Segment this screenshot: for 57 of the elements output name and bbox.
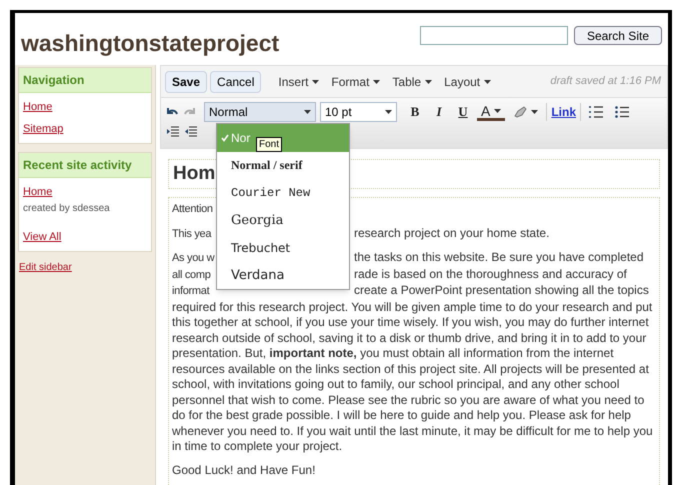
link-button[interactable]: Link xyxy=(546,103,582,121)
numbered-list-icon[interactable] xyxy=(589,106,604,118)
font-option[interactable]: Normal / serif xyxy=(217,152,349,179)
text-fragment: As you w xyxy=(172,252,214,264)
menu-button[interactable]: Table xyxy=(392,72,432,90)
caret-icon xyxy=(304,110,311,114)
font-option[interactable]: Verdana xyxy=(217,262,349,289)
text-fragment: This yea xyxy=(172,228,212,240)
sidebar-link[interactable]: Sitemap xyxy=(23,120,64,137)
menu-button[interactable]: Insert xyxy=(278,72,320,90)
outdent-icon[interactable] xyxy=(185,126,197,137)
save-button[interactable]: Save xyxy=(165,70,208,92)
menu-button[interactable]: Layout xyxy=(444,72,492,90)
search-field[interactable] xyxy=(420,26,568,44)
text-fragment: the tasks on this website. Be sure you have completed xyxy=(354,250,644,266)
check-icon xyxy=(221,134,229,142)
text-fragment: rade is based on the thoroughness and accuracy of xyxy=(354,266,627,282)
sidebar-link[interactable]: Home xyxy=(23,99,52,116)
italic-button[interactable]: I xyxy=(429,102,449,122)
panel-heading: Recent site activity xyxy=(19,153,151,178)
style-dropdown[interactable]: Normal xyxy=(204,102,316,122)
menu-button[interactable]: Format xyxy=(331,72,380,90)
activity-note: created by sdessea xyxy=(23,202,111,216)
caret-icon xyxy=(373,80,380,84)
caret-icon xyxy=(484,80,492,84)
bullet-list-icon[interactable] xyxy=(615,106,630,118)
text-fragment: Attention xyxy=(172,203,213,215)
font-option[interactable]: Courier New xyxy=(217,179,349,206)
caret-icon xyxy=(312,80,320,84)
body-paragraph: required for this research project. You will be given ample time to do your research and put this together at school, if you use your time wisely. If you wish, you may do further internet research outside of school, saving it to a disk or thumb drive, and bring it in to add to your presentation. But, important note, you must obtain all information from the internet resources available on the links section of this project site. All projects will be presented at school, with invitations going out to family, our school principal, and any other school personnel that wish to come. Please see the rubric so you are aware of what you need to do for the best grade possible. I will be here to guide and help you. Please ask for help whenever you need to. If you wait until the last minute, it may be difficult for me to help you in time to complete your project. xyxy=(172,300,654,454)
font-size-dropdown[interactable]: 10 pt xyxy=(320,102,397,122)
caret-icon xyxy=(425,80,432,84)
text-fragment: create a PowerPoint presentation showing all the topics xyxy=(354,283,649,299)
caret-icon xyxy=(531,110,538,114)
sidebar-link[interactable]: View All xyxy=(23,228,62,245)
cancel-button[interactable]: Cancel xyxy=(210,70,262,92)
sidebar-link[interactable]: Home xyxy=(23,184,52,200)
text-color-button[interactable]: A xyxy=(477,104,506,120)
site-title: washingtonstateproject xyxy=(21,28,280,58)
caret-icon xyxy=(385,110,392,114)
font-option[interactable]: Georgia xyxy=(217,206,349,234)
panel-heading: Navigation xyxy=(19,68,151,93)
edit-sidebar-link[interactable]: Edit sidebar xyxy=(18,260,73,275)
page-title: Hom xyxy=(173,162,216,186)
highlighter-icon xyxy=(513,106,528,118)
indent-icon[interactable] xyxy=(167,126,179,137)
bold-button[interactable]: B xyxy=(405,102,425,122)
text-fragment: research project on your home state. xyxy=(354,226,550,242)
tooltip: Font xyxy=(256,137,282,152)
font-option[interactable]: Trebuchet xyxy=(217,234,349,262)
search-button[interactable]: Search Site xyxy=(574,26,662,44)
text-fragment: all comp xyxy=(172,268,211,280)
draft-status: draft saved at 1:16 PM xyxy=(550,74,662,90)
underline-button[interactable]: U xyxy=(453,102,473,122)
closing-text: Good Luck! and Have Fun! xyxy=(172,462,316,478)
text-fragment: informat xyxy=(172,285,210,297)
caret-icon xyxy=(494,108,502,112)
